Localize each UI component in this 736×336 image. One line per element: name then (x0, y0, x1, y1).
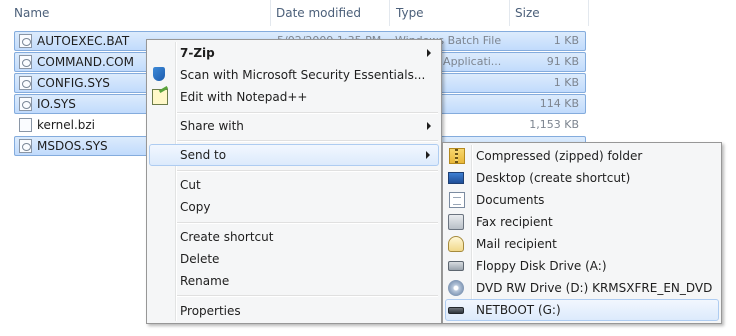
menu-item-label: Scan with Microsoft Security Essentials.… (180, 68, 426, 82)
menu-item-cut[interactable]: Cut (149, 174, 439, 196)
menu-item-label: Edit with Notepad++ (180, 90, 308, 104)
application-icon (19, 55, 32, 69)
menu-separator (177, 112, 438, 114)
batch-file-icon (19, 34, 32, 48)
column-divider[interactable] (389, 0, 390, 26)
file-size: 1 KB (553, 34, 579, 47)
send-to-mail-recipient[interactable]: Mail recipient (445, 233, 719, 255)
menu-item-label: Compressed (zipped) folder (476, 149, 643, 163)
menu-item-delete[interactable]: Delete (149, 248, 439, 270)
zip-folder-icon (449, 148, 465, 164)
removable-drive-icon (448, 307, 464, 314)
file-name: CONFIG.SYS (37, 76, 110, 90)
menu-item-label: Mail recipient (476, 237, 557, 251)
file-size: 114 KB (539, 97, 579, 110)
documents-icon (449, 192, 465, 208)
system-file-icon (19, 139, 32, 153)
menu-item-label: DVD RW Drive (D:) KRMSXFRE_EN_DVD (476, 281, 713, 295)
column-divider[interactable] (270, 0, 271, 26)
column-divider[interactable] (588, 0, 589, 26)
file-size: 1,153 KB (529, 118, 579, 131)
menu-item-label: Rename (180, 274, 230, 288)
submenu-arrow-icon (426, 151, 430, 159)
desktop-icon (448, 172, 464, 184)
system-file-icon (19, 76, 32, 90)
file-name: kernel.bzi (37, 118, 96, 132)
menu-item-properties[interactable]: Properties (149, 300, 439, 322)
security-essentials-icon (153, 67, 165, 81)
send-to-dvd-drive[interactable]: DVD RW Drive (D:) KRMSXFRE_EN_DVD (445, 277, 719, 299)
column-header-name[interactable]: Name (10, 4, 49, 22)
dvd-drive-icon (448, 280, 464, 296)
menu-item-label: Documents (476, 193, 545, 207)
menu-item-label: Floppy Disk Drive (A:) (476, 259, 607, 273)
menu-item-create-shortcut[interactable]: Create shortcut (149, 226, 439, 248)
column-header-size[interactable]: Size (511, 4, 540, 22)
menu-item-label: Copy (180, 200, 211, 214)
fax-icon (448, 214, 464, 230)
submenu-arrow-icon (427, 49, 431, 57)
system-file-icon (19, 97, 32, 111)
blank-file-icon (19, 118, 32, 132)
menu-separator (177, 170, 438, 172)
menu-item-scan-security-essentials[interactable]: Scan with Microsoft Security Essentials.… (149, 64, 439, 86)
send-to-documents[interactable]: Documents (445, 189, 719, 211)
context-menu: 7-Zip Scan with Microsoft Security Essen… (146, 39, 442, 324)
file-name: AUTOEXEC.BAT (37, 34, 130, 48)
menu-separator (177, 140, 438, 142)
send-to-submenu: Compressed (zipped) folder Desktop (crea… (442, 142, 722, 324)
menu-item-label: Desktop (create shortcut) (476, 171, 631, 185)
explorer-window: Name Date modified Type Size AUTOEXEC.BA… (0, 0, 736, 336)
menu-item-copy[interactable]: Copy (149, 196, 439, 218)
file-name: IO.SYS (37, 97, 76, 111)
menu-item-label: Cut (180, 178, 201, 192)
menu-item-rename[interactable]: Rename (149, 270, 439, 292)
column-divider[interactable] (509, 0, 510, 26)
notepadpp-icon (152, 89, 168, 105)
menu-separator (177, 295, 438, 297)
file-size: 91 KB (546, 55, 579, 68)
file-size: 1 KB (553, 76, 579, 89)
send-to-desktop[interactable]: Desktop (create shortcut) (445, 167, 719, 189)
menu-item-label: Delete (180, 252, 220, 266)
floppy-drive-icon (448, 261, 464, 271)
menu-item-7zip[interactable]: 7-Zip (149, 42, 439, 64)
send-to-fax-recipient[interactable]: Fax recipient (445, 211, 719, 233)
menu-item-send-to[interactable]: Send to (149, 144, 439, 166)
send-to-netboot-drive[interactable]: NETBOOT (G:) (445, 299, 719, 321)
send-to-floppy-drive[interactable]: Floppy Disk Drive (A:) (445, 255, 719, 277)
mail-icon (448, 236, 464, 252)
submenu-arrow-icon (427, 122, 431, 130)
file-name: MSDOS.SYS (37, 139, 108, 153)
menu-separator (177, 222, 438, 224)
menu-item-label: Share with (180, 119, 244, 133)
menu-item-label: Properties (180, 304, 241, 318)
menu-item-label: Fax recipient (476, 215, 553, 229)
column-header-date-modified[interactable]: Date modified (272, 4, 361, 22)
menu-item-edit-notepadpp[interactable]: Edit with Notepad++ (149, 86, 439, 108)
column-header-bar: Name Date modified Type Size (0, 0, 736, 26)
menu-item-label: Send to (180, 148, 227, 162)
file-name: COMMAND.COM (37, 55, 134, 69)
send-to-compressed-folder[interactable]: Compressed (zipped) folder (445, 145, 719, 167)
menu-item-share-with[interactable]: Share with (149, 115, 439, 137)
menu-item-label: NETBOOT (G:) (476, 303, 561, 317)
menu-item-label: 7-Zip (180, 46, 215, 60)
column-header-type[interactable]: Type (392, 4, 424, 22)
menu-item-label: Create shortcut (180, 230, 274, 244)
